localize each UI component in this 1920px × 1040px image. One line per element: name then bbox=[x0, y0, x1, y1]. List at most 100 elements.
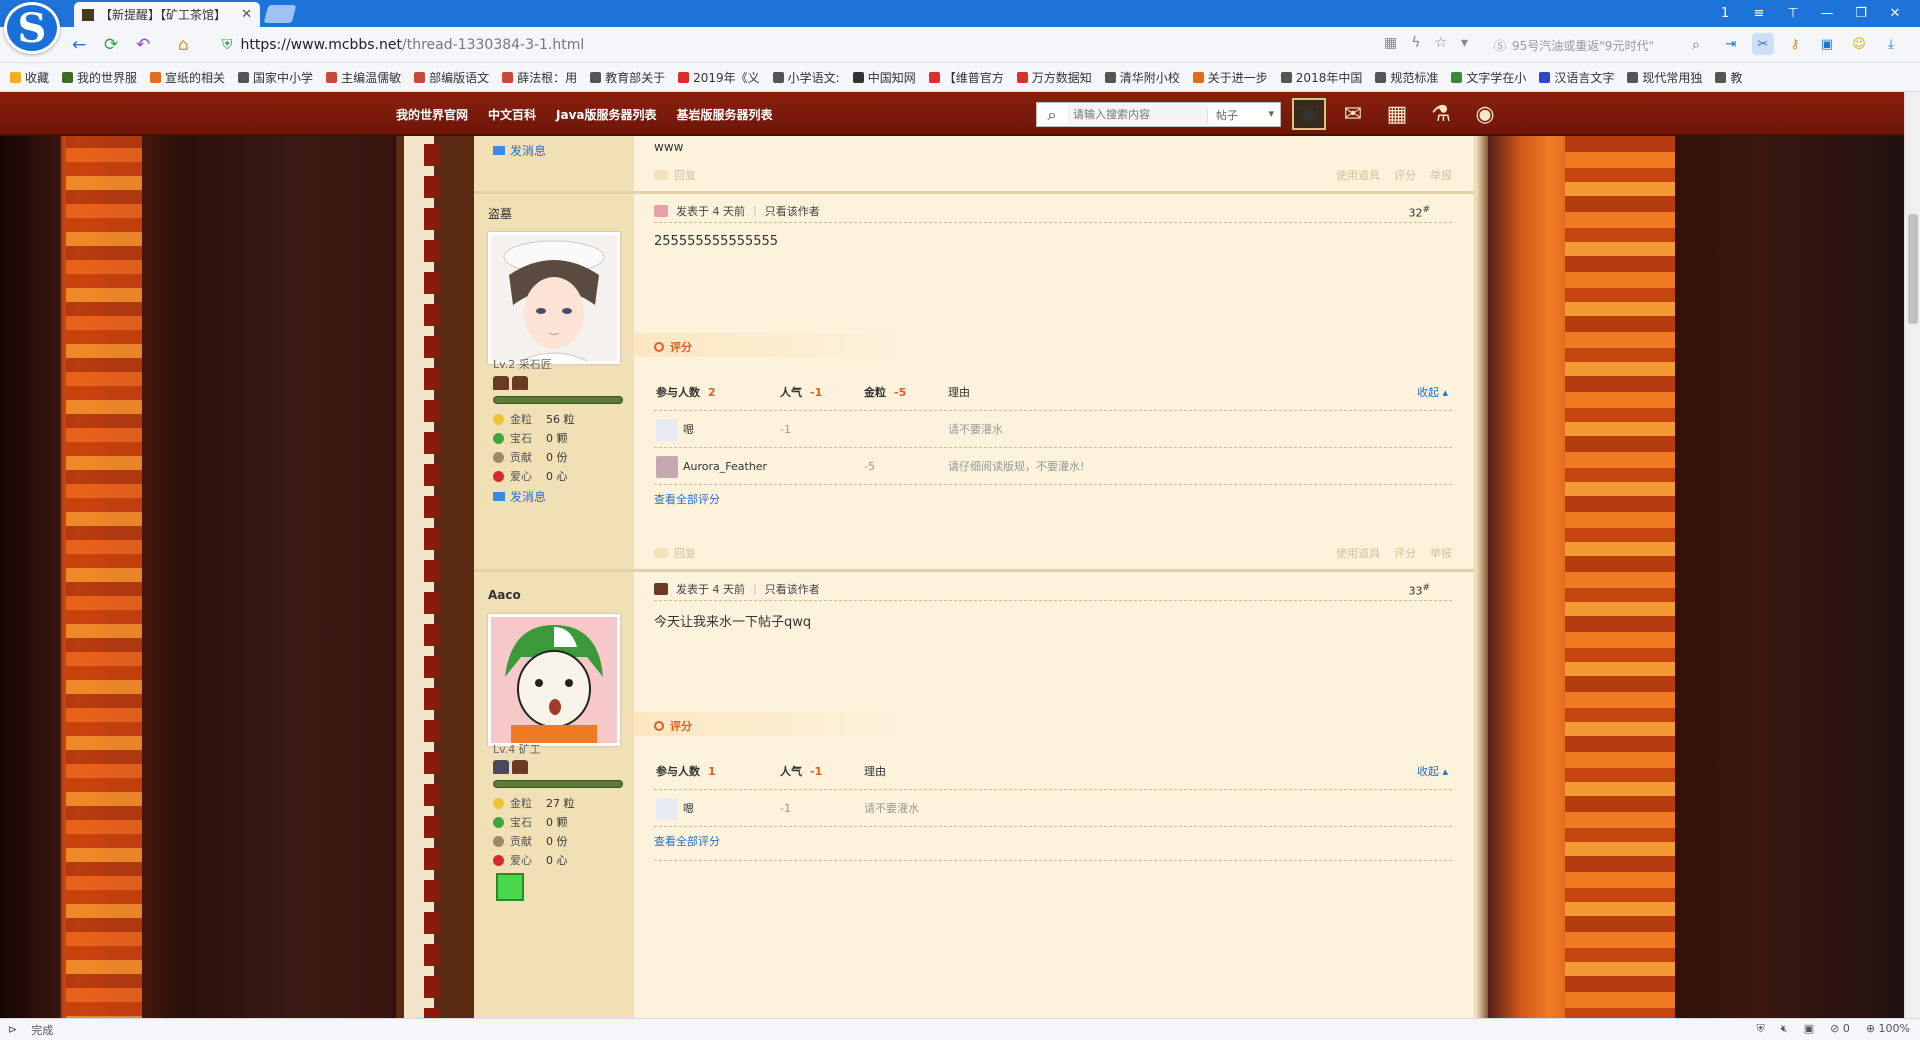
bookmark-item[interactable]: 现代常用独 bbox=[1627, 69, 1702, 86]
window-badge-icon[interactable]: 1 bbox=[1708, 6, 1742, 21]
bookmark-item[interactable]: 文字学在小 bbox=[1451, 69, 1526, 86]
login-icon[interactable]: ⇥ bbox=[1720, 33, 1742, 55]
floor-value[interactable]: 33 bbox=[1408, 585, 1422, 598]
zoom-icon[interactable]: ⊕ bbox=[1866, 1022, 1875, 1035]
sidebar-toggle-icon[interactable]: ⊳ bbox=[8, 1023, 17, 1036]
scrollbar-thumb[interactable] bbox=[1908, 214, 1918, 324]
medal-creeper-icon[interactable] bbox=[496, 873, 524, 901]
zoom-value[interactable]: 100% bbox=[1879, 1022, 1910, 1035]
close-window-button[interactable]: ✕ bbox=[1878, 6, 1912, 21]
translate-icon[interactable]: ▣ bbox=[1816, 33, 1838, 55]
potion-icon[interactable]: ⚗ bbox=[1424, 98, 1458, 130]
scissors-icon[interactable]: ✂ bbox=[1752, 33, 1774, 55]
see-all-ratings-link[interactable]: 查看全部评分 bbox=[654, 491, 720, 507]
bookmark-item[interactable]: 2019年《义 bbox=[678, 69, 760, 86]
emoji-icon[interactable]: ☺ bbox=[1848, 33, 1870, 55]
user-avatar-icon[interactable]: ▣ bbox=[1292, 98, 1326, 130]
send-message-link[interactable]: 发消息 bbox=[493, 142, 546, 159]
screenshot-icon[interactable]: ▣ bbox=[1804, 1022, 1814, 1036]
author-name[interactable]: 盗墓 bbox=[488, 205, 512, 222]
rater-name[interactable]: 嗯 bbox=[683, 411, 694, 448]
page-scrollbar[interactable] bbox=[1904, 92, 1920, 1018]
menu-icon[interactable]: ≡ bbox=[1742, 6, 1776, 21]
only-author-link[interactable]: 只看该作者 bbox=[765, 581, 820, 597]
use-tool-link[interactable]: 使用道具 bbox=[1336, 167, 1380, 183]
rate-link[interactable]: 评分 bbox=[1394, 167, 1416, 183]
author-avatar[interactable] bbox=[488, 232, 620, 364]
use-tool-link[interactable]: 使用道具 bbox=[1336, 545, 1380, 561]
bookmark-item[interactable]: 我的世界服 bbox=[62, 69, 137, 86]
bookmark-item[interactable]: 中国知网 bbox=[852, 69, 916, 86]
nav-link-java-servers[interactable]: Java版服务器列表 bbox=[556, 106, 656, 123]
site-search-input[interactable] bbox=[1067, 104, 1207, 125]
adblock-icon[interactable]: ⊘ bbox=[1830, 1022, 1839, 1035]
see-all-ratings-link[interactable]: 查看全部评分 bbox=[654, 833, 720, 849]
bookmark-item[interactable]: 汉语言文字 bbox=[1539, 69, 1614, 86]
home-icon[interactable]: ⌂ bbox=[178, 35, 189, 55]
rater-avatar[interactable] bbox=[656, 455, 678, 478]
bookmark-item[interactable]: 【维普官方 bbox=[928, 69, 1004, 86]
url-field[interactable]: ⛨ https://www.mcbbs.net/thread-1330384-3… bbox=[222, 33, 1372, 57]
search-icon[interactable]: ⌕ bbox=[1692, 37, 1700, 53]
refresh-icon[interactable]: ⟳ bbox=[104, 35, 118, 55]
bookmark-item[interactable]: 关于进一步 bbox=[1192, 69, 1268, 86]
browser-search-box[interactable]: Ⓢ 95号汽油或重返"9元时代" ⌕ bbox=[1490, 32, 1700, 58]
bookmark-item[interactable]: 宣纸的相关 bbox=[150, 69, 225, 86]
report-link[interactable]: 举报 bbox=[1430, 167, 1452, 183]
rater-avatar[interactable] bbox=[656, 418, 678, 441]
send-message-link[interactable]: 发消息 bbox=[493, 488, 546, 505]
report-link[interactable]: 举报 bbox=[1430, 545, 1452, 561]
browser-tab-active[interactable]: 【新提醒】【矿工茶馆】 ✕ bbox=[74, 2, 260, 27]
shield-icon[interactable]: ⛨ bbox=[1757, 1022, 1765, 1036]
reply-link[interactable]: 回复 bbox=[674, 545, 696, 561]
bookmark-item[interactable]: 主编温儒敏 bbox=[326, 69, 401, 86]
lightning-icon[interactable]: ϟ bbox=[1411, 35, 1420, 51]
floor-value[interactable]: 32 bbox=[1408, 207, 1422, 220]
nav-link-wiki[interactable]: 中文百科 bbox=[488, 106, 536, 123]
only-author-link[interactable]: 只看该作者 bbox=[765, 203, 820, 219]
tab-close-icon[interactable]: ✕ bbox=[241, 7, 252, 22]
reply-link[interactable]: 回复 bbox=[674, 167, 696, 183]
bookmark-item[interactable]: 薛法根：用 bbox=[502, 69, 577, 86]
minecart-badge-icon[interactable] bbox=[512, 760, 528, 774]
bookmark-item[interactable]: 教育部关于 bbox=[590, 69, 665, 86]
cookie-icon[interactable]: ◉ bbox=[1468, 98, 1502, 130]
key-icon[interactable]: ⚷ bbox=[1784, 33, 1806, 55]
notification-icon[interactable]: ✉ bbox=[1336, 98, 1370, 130]
author-name[interactable]: Aaco bbox=[488, 588, 521, 602]
star-icon[interactable]: ☆ bbox=[1434, 35, 1447, 51]
bookmark-item[interactable]: 规范标准 bbox=[1375, 69, 1438, 86]
bookmark-item[interactable]: 部编版语文 bbox=[414, 69, 489, 86]
author-avatar[interactable] bbox=[488, 614, 620, 746]
collapse-link[interactable]: 收起 ▴ bbox=[1417, 374, 1448, 411]
minecart-badge-icon[interactable] bbox=[512, 376, 528, 390]
search-scope-select[interactable]: 帖子 ▾ bbox=[1207, 106, 1280, 123]
rater-avatar[interactable] bbox=[656, 797, 678, 820]
bookmark-item[interactable]: 教 bbox=[1715, 69, 1742, 86]
browser-logo-icon[interactable]: S bbox=[4, 2, 60, 54]
new-tab-button[interactable] bbox=[263, 5, 297, 23]
crafting-table-icon[interactable]: ▦ bbox=[1380, 98, 1414, 130]
skin-icon[interactable]: ⊤ bbox=[1776, 6, 1810, 21]
bookmark-item[interactable]: 国家中小学 bbox=[238, 69, 313, 86]
nav-link-official[interactable]: 我的世界官网 bbox=[396, 106, 468, 123]
bookmark-item[interactable]: 收藏 bbox=[10, 69, 49, 86]
minecart-badge-icon[interactable] bbox=[493, 376, 509, 390]
bookmark-item[interactable]: 2018年中国 bbox=[1280, 69, 1362, 86]
bookmark-item[interactable]: 清华附小校 bbox=[1104, 69, 1180, 86]
rater-name[interactable]: Aurora_Feather bbox=[683, 448, 767, 485]
minimize-button[interactable]: — bbox=[1810, 6, 1844, 21]
rate-link[interactable]: 评分 bbox=[1394, 545, 1416, 561]
dropdown-arrow-icon[interactable]: ▾ bbox=[1461, 35, 1468, 51]
minecart-badge-icon[interactable] bbox=[493, 760, 509, 774]
qr-icon[interactable]: ▦ bbox=[1384, 35, 1397, 51]
undo-icon[interactable]: ↶ bbox=[136, 35, 150, 55]
mute-icon[interactable]: 🔇︎ bbox=[1781, 1022, 1788, 1036]
download-icon[interactable]: ⤓ bbox=[1880, 33, 1902, 55]
collapse-link[interactable]: 收起 ▴ bbox=[1417, 753, 1448, 790]
restore-button[interactable]: ❐ bbox=[1844, 6, 1878, 21]
bookmark-item[interactable]: 万方数据知 bbox=[1016, 69, 1092, 86]
magnifier-icon[interactable]: ⌕ bbox=[1037, 105, 1067, 125]
nav-link-bedrock-servers[interactable]: 基岩版服务器列表 bbox=[677, 106, 773, 123]
rater-name[interactable]: 嗯 bbox=[683, 790, 694, 827]
